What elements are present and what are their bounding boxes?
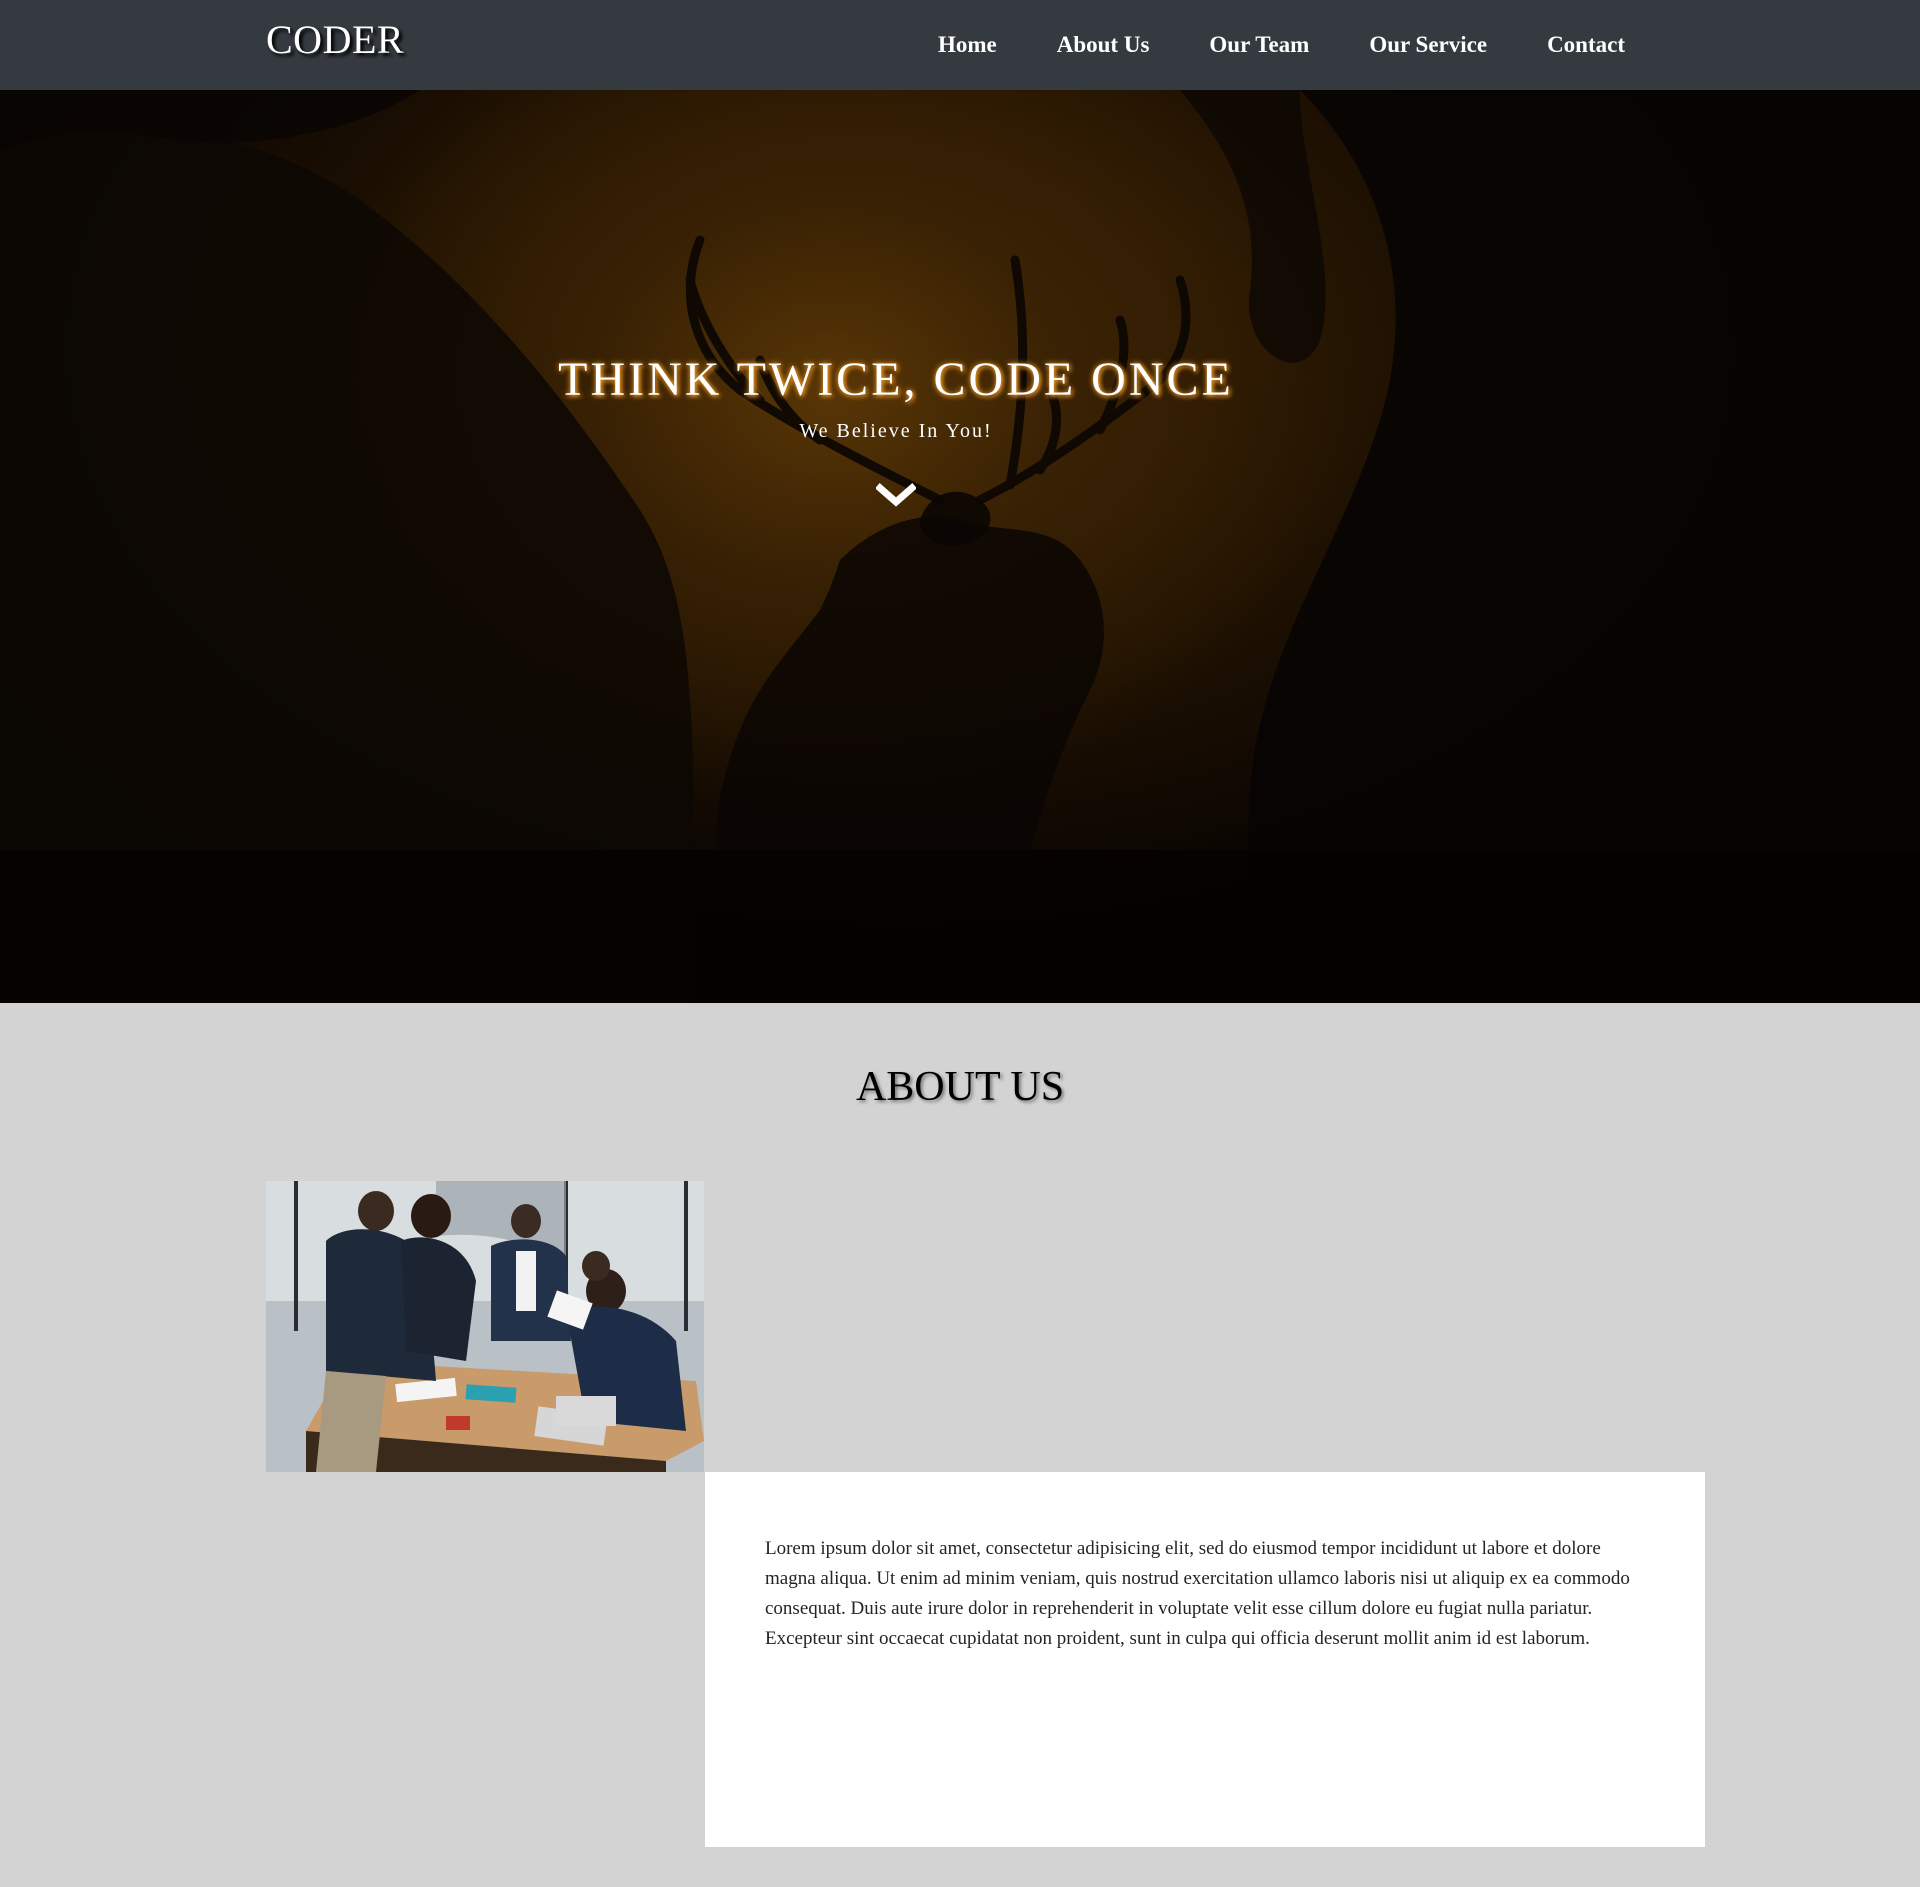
about-team-image bbox=[266, 1181, 704, 1472]
hero-section: THINK TWICE, CODE ONCE We Believe In You… bbox=[0, 90, 1920, 1003]
nav-link-home[interactable]: Home bbox=[938, 32, 997, 58]
nav-menu: Home About Us Our Team Our Service Conta… bbox=[878, 0, 1625, 90]
nav-link-about-us[interactable]: About Us bbox=[1057, 32, 1150, 58]
brand-logo[interactable]: CODER bbox=[266, 16, 404, 63]
navbar: CODER Home About Us Our Team Our Service… bbox=[0, 0, 1920, 90]
about-text: Lorem ipsum dolor sit amet, consectetur … bbox=[765, 1538, 1630, 1649]
chevron-down-icon[interactable] bbox=[876, 480, 916, 510]
hero-title: THINK TWICE, CODE ONCE bbox=[558, 353, 1234, 406]
hero-content: THINK TWICE, CODE ONCE We Believe In You… bbox=[0, 90, 1920, 1003]
nav-link-our-service[interactable]: Our Service bbox=[1369, 32, 1487, 58]
hero-subtitle: We Believe In You! bbox=[799, 420, 993, 442]
about-section-title: ABOUT US bbox=[855, 1064, 1065, 1110]
nav-link-our-team[interactable]: Our Team bbox=[1209, 32, 1309, 58]
about-text-card: Lorem ipsum dolor sit amet, consectetur … bbox=[705, 1472, 1705, 1847]
nav-link-contact[interactable]: Contact bbox=[1547, 32, 1625, 58]
